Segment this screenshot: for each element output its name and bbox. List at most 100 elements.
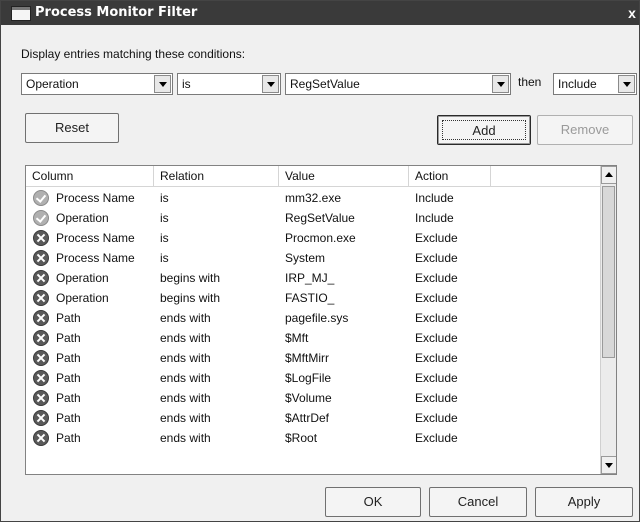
exclude-x-icon[interactable]: [33, 390, 49, 406]
cell-relation: ends with: [160, 431, 211, 445]
window-title: Process Monitor Filter: [35, 5, 198, 20]
column-select-value: Operation: [26, 77, 79, 91]
exclude-x-icon[interactable]: [33, 250, 49, 266]
cell-action: Exclude: [415, 251, 458, 265]
cell-column: Process Name: [56, 251, 135, 265]
table-row[interactable]: Path ends with $LogFile Exclude: [26, 368, 600, 388]
cell-relation: is: [160, 251, 169, 265]
cell-value: FASTIO_: [285, 291, 335, 305]
cell-column: Process Name: [56, 231, 135, 245]
window-icon: [11, 6, 31, 21]
chevron-down-icon[interactable]: [262, 75, 279, 93]
action-select[interactable]: Include: [553, 73, 637, 95]
table-row[interactable]: Process Name is Procmon.exe Exclude: [26, 228, 600, 248]
exclude-x-icon[interactable]: [33, 270, 49, 286]
chevron-down-icon[interactable]: [492, 75, 509, 93]
cell-column: Operation: [56, 291, 109, 305]
cell-column: Path: [56, 391, 81, 405]
table-row[interactable]: Process Name is mm32.exe Include: [26, 188, 600, 208]
scroll-down-icon[interactable]: [601, 456, 616, 474]
cell-value: pagefile.sys: [285, 311, 349, 325]
chevron-down-icon[interactable]: [618, 75, 635, 93]
conditions-label: Display entries matching these condition…: [21, 47, 246, 61]
ok-button[interactable]: OK: [325, 487, 421, 517]
column-header-spacer: [491, 166, 600, 186]
exclude-x-icon[interactable]: [33, 290, 49, 306]
cell-action: Exclude: [415, 311, 458, 325]
cell-relation: ends with: [160, 331, 211, 345]
exclude-x-icon[interactable]: [33, 330, 49, 346]
cell-action: Exclude: [415, 391, 458, 405]
cell-value: RegSetValue: [285, 211, 355, 225]
cell-relation: ends with: [160, 391, 211, 405]
cell-relation: is: [160, 211, 169, 225]
cell-column: Operation: [56, 211, 109, 225]
cell-action: Exclude: [415, 291, 458, 305]
exclude-x-icon[interactable]: [33, 430, 49, 446]
cell-relation: begins with: [160, 271, 221, 285]
close-button[interactable]: x: [625, 4, 639, 22]
table-row[interactable]: Path ends with $AttrDef Exclude: [26, 408, 600, 428]
cell-value: System: [285, 251, 326, 265]
table-row[interactable]: Path ends with $Root Exclude: [26, 428, 600, 448]
cell-action: Exclude: [415, 431, 458, 445]
relation-select-value: is: [182, 77, 191, 91]
cell-value: $LogFile: [285, 371, 332, 385]
value-select[interactable]: RegSetValue: [285, 73, 511, 95]
cell-value: $MftMirr: [285, 351, 329, 365]
cell-action: Exclude: [415, 331, 458, 345]
scrollbar-thumb[interactable]: [602, 186, 615, 358]
exclude-x-icon[interactable]: [33, 370, 49, 386]
process-monitor-filter-dialog: Process Monitor Filter x Display entries…: [0, 0, 640, 522]
cell-value: Procmon.exe: [285, 231, 356, 245]
exclude-x-icon[interactable]: [33, 410, 49, 426]
cancel-button[interactable]: Cancel: [429, 487, 527, 517]
reset-button[interactable]: Reset: [25, 113, 119, 143]
column-header-column[interactable]: Column: [26, 166, 154, 186]
table-row[interactable]: Path ends with $Mft Exclude: [26, 328, 600, 348]
table-row[interactable]: Path ends with pagefile.sys Exclude: [26, 308, 600, 328]
table-row[interactable]: Path ends with $Volume Exclude: [26, 388, 600, 408]
cell-column: Path: [56, 431, 81, 445]
column-header-relation[interactable]: Relation: [154, 166, 279, 186]
cell-value: IRP_MJ_: [285, 271, 335, 285]
apply-button[interactable]: Apply: [535, 487, 633, 517]
cell-relation: ends with: [160, 411, 211, 425]
include-check-icon[interactable]: [33, 210, 49, 226]
cell-relation: ends with: [160, 371, 211, 385]
column-select[interactable]: Operation: [21, 73, 173, 95]
cell-column: Path: [56, 411, 81, 425]
value-select-value: RegSetValue: [290, 77, 360, 91]
cell-relation: is: [160, 191, 169, 205]
include-check-icon[interactable]: [33, 190, 49, 206]
table-row[interactable]: Path ends with $MftMirr Exclude: [26, 348, 600, 368]
table-row[interactable]: Operation begins with FASTIO_ Exclude: [26, 288, 600, 308]
cell-relation: is: [160, 231, 169, 245]
table-row[interactable]: Operation is RegSetValue Include: [26, 208, 600, 228]
title-bar[interactable]: Process Monitor Filter x: [1, 1, 639, 25]
cell-column: Path: [56, 351, 81, 365]
exclude-x-icon[interactable]: [33, 230, 49, 246]
then-label: then: [518, 75, 542, 89]
column-header-action[interactable]: Action: [409, 166, 491, 186]
cell-action: Include: [415, 191, 454, 205]
table-row[interactable]: Process Name is System Exclude: [26, 248, 600, 268]
scroll-up-icon[interactable]: [601, 166, 616, 184]
column-header-value[interactable]: Value: [279, 166, 409, 186]
list-header: Column Relation Value Action: [26, 166, 600, 187]
exclude-x-icon[interactable]: [33, 310, 49, 326]
cell-value: $Root: [285, 431, 318, 445]
filter-list[interactable]: Column Relation Value Action Process Nam…: [25, 165, 617, 475]
cell-action: Exclude: [415, 231, 458, 245]
cell-column: Path: [56, 371, 81, 385]
remove-button[interactable]: Remove: [537, 115, 633, 145]
chevron-down-icon[interactable]: [154, 75, 171, 93]
add-button[interactable]: Add: [437, 115, 531, 145]
relation-select[interactable]: is: [177, 73, 281, 95]
cell-action: Exclude: [415, 271, 458, 285]
vertical-scrollbar[interactable]: [600, 166, 616, 474]
exclude-x-icon[interactable]: [33, 350, 49, 366]
add-button-label: Add: [442, 120, 526, 140]
table-row[interactable]: Operation begins with IRP_MJ_ Exclude: [26, 268, 600, 288]
cell-relation: ends with: [160, 351, 211, 365]
